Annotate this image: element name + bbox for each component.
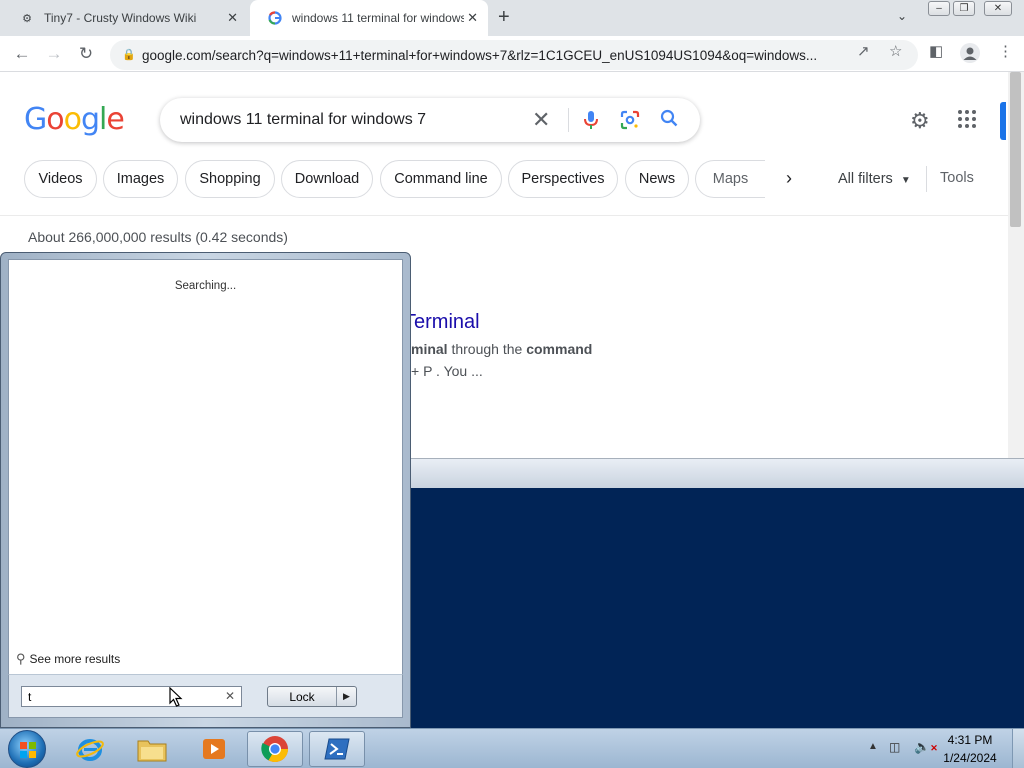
lock-icon[interactable]: 🔒 (122, 48, 136, 61)
bookmark-star-icon[interactable]: ☆ (889, 42, 902, 60)
magnifier-icon: ⚲ (16, 651, 26, 666)
power-options-arrow-icon[interactable]: ▶ (336, 687, 356, 706)
show-hidden-icons-arrow-icon[interactable]: ▲ (868, 741, 878, 752)
voice-search-icon[interactable] (582, 110, 600, 130)
tab-tiny7-wiki[interactable]: ⚙ Tiny7 - Crusty Windows Wiki ✕ (2, 0, 248, 36)
show-desktop-button[interactable] (1012, 729, 1024, 768)
result-title-link[interactable]: Terminal (404, 311, 480, 334)
media-player-icon[interactable] (186, 731, 242, 767)
search-divider (568, 108, 569, 132)
clear-search-icon[interactable]: ✕ (225, 689, 235, 703)
see-more-label: See more results (29, 652, 121, 666)
tab-title: Tiny7 - Crusty Windows Wiki (44, 11, 197, 25)
tab-search-chevron-icon[interactable]: ⌄ (897, 9, 907, 23)
address-bar[interactable]: 🔒 google.com/search?q=windows+11+termina… (110, 40, 918, 70)
navigation-bar: ← → ↻ 🔒 google.com/search?q=windows+11+t… (0, 36, 1024, 72)
close-window-button[interactable]: ✕ (984, 1, 1012, 16)
tab-title: windows 11 terminal for windows 7 (292, 11, 464, 25)
chip-videos[interactable]: Videos (24, 160, 97, 198)
wiki-favicon-icon: ⚙ (22, 12, 32, 25)
snippet-text: through the (447, 341, 527, 357)
windows-explorer-icon[interactable] (124, 731, 180, 767)
share-icon[interactable]: ↗ (857, 42, 870, 60)
chip-maps[interactable]: Maps (695, 160, 765, 198)
close-tab-icon[interactable]: ✕ (227, 10, 238, 26)
lock-button[interactable]: Lock ▶ (267, 686, 357, 707)
clear-search-icon[interactable]: ✕ (532, 107, 550, 133)
tab-google-search[interactable]: windows 11 terminal for windows 7 ✕ (250, 0, 488, 36)
chrome-menu-icon[interactable]: ⋮ (998, 42, 1013, 60)
search-submit-icon[interactable] (660, 109, 678, 132)
chrome-taskbar-icon[interactable] (247, 731, 303, 767)
result-stats: About 266,000,000 results (0.42 seconds) (28, 229, 288, 245)
start-button[interactable] (8, 730, 46, 768)
scrollbar-thumb[interactable] (1010, 72, 1021, 227)
filter-divider (926, 166, 927, 192)
restore-button[interactable]: ❐ (953, 1, 975, 16)
header-divider (0, 215, 1008, 216)
snippet-bold: minal (411, 341, 448, 357)
url-text[interactable]: google.com/search?q=windows+11+terminal+… (142, 48, 847, 63)
profile-avatar-icon[interactable] (960, 43, 980, 63)
snippet-bold: command (526, 341, 593, 357)
powershell-taskbar-icon[interactable] (309, 731, 365, 767)
sign-in-button-edge[interactable] (1000, 102, 1006, 140)
side-panel-icon[interactable]: ◧ (929, 42, 943, 60)
settings-gear-icon[interactable]: ⚙ (910, 108, 930, 134)
search-box[interactable]: windows 11 terminal for windows 7 ✕ (160, 98, 700, 142)
all-filters-dropdown[interactable]: All filters ▼ (838, 171, 911, 187)
internet-explorer-icon[interactable] (62, 731, 118, 767)
see-more-results-link[interactable]: ⚲ See more results (16, 651, 120, 667)
lock-label[interactable]: Lock (268, 687, 336, 706)
google-apps-grid-icon[interactable] (958, 110, 976, 128)
result-snippet-line1: minal through the command (411, 341, 592, 357)
result-snippet-line2: + P . You ... (411, 363, 483, 379)
chips-next-chevron-icon[interactable]: › (786, 168, 792, 189)
google-logo[interactable]: Google (24, 102, 125, 137)
start-search-input[interactable]: t (21, 686, 242, 707)
close-tab-icon[interactable]: ✕ (467, 10, 478, 26)
google-lens-icon[interactable] (620, 110, 640, 130)
chip-perspectives[interactable]: Perspectives (508, 160, 618, 198)
all-filters-label: All filters (838, 171, 893, 187)
reload-icon[interactable]: ↻ (76, 44, 96, 64)
clock-time[interactable]: 4:31 PM (930, 733, 1010, 747)
dropdown-arrow-icon: ▼ (900, 175, 911, 186)
network-icon[interactable]: ◫ (889, 740, 900, 754)
tools-button[interactable]: Tools (940, 170, 974, 186)
google-favicon-icon (268, 11, 282, 25)
chip-download[interactable]: Download (281, 160, 373, 198)
clock-date[interactable]: 1/24/2024 (930, 751, 1010, 765)
chip-command-line[interactable]: Command line (380, 160, 502, 198)
minimize-button[interactable]: – (928, 1, 950, 16)
mouse-cursor-icon (169, 687, 183, 707)
chip-shopping[interactable]: Shopping (185, 160, 275, 198)
chip-news[interactable]: News (625, 160, 689, 198)
start-menu-results-panel (8, 259, 403, 674)
chip-images[interactable]: Images (103, 160, 178, 198)
forward-arrow-icon[interactable]: → (44, 44, 64, 64)
new-tab-icon[interactable]: + (498, 6, 510, 29)
back-arrow-icon[interactable]: ← (12, 44, 32, 64)
searching-status: Searching... (174, 280, 237, 292)
search-input[interactable]: windows 11 terminal for windows 7 (180, 111, 426, 129)
